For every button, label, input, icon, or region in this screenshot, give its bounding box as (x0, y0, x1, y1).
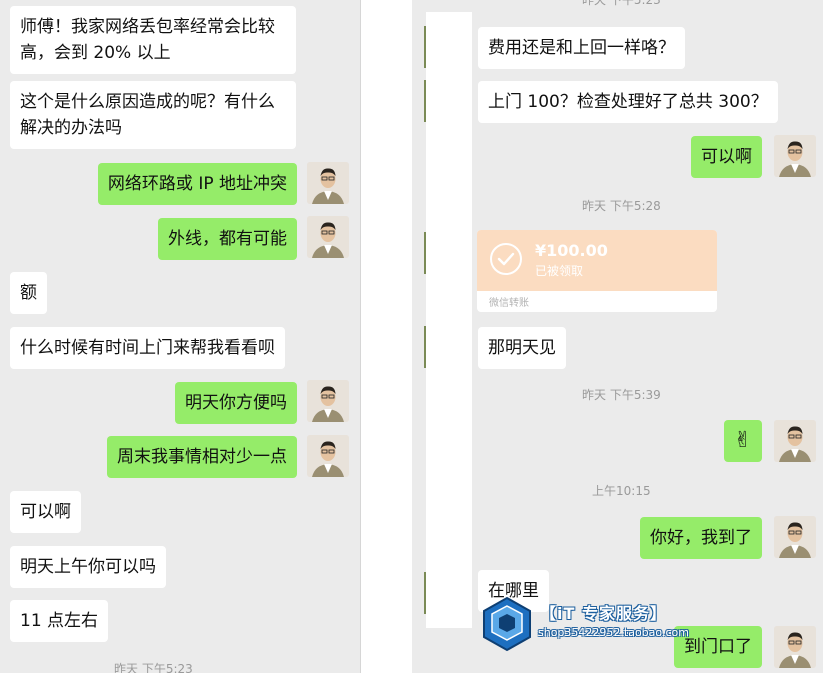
message-bubble-incoming[interactable]: 11 点左右 (10, 600, 109, 642)
message-bubble-incoming[interactable]: 这个是什么原因造成的呢？有什么解决的办法吗 (10, 81, 296, 149)
message-bubble-outgoing[interactable]: 明天你方便吗 (175, 382, 297, 424)
message-bubble-incoming[interactable]: 什么时候有时间上门来帮我看看呗 (10, 327, 285, 369)
user-avatar[interactable] (774, 626, 816, 668)
left-chat-panel: 师傅！我家网络丢包率经常会比较高，会到 20% 以上 这个是什么原因造成的呢？有… (0, 0, 360, 673)
message-bubble-incoming[interactable]: 可以啊 (10, 491, 81, 533)
transfer-amount: ¥100.00 (535, 241, 608, 260)
person-avatar-icon (774, 135, 816, 177)
person-avatar-icon (774, 420, 816, 462)
right-chat-panel: 昨天 下午5:23 费用还是和上回一样咯？ 上门 100？检查处理好了总共 30… (412, 0, 823, 673)
person-avatar-icon (307, 216, 349, 258)
user-avatar[interactable] (774, 516, 816, 558)
image-mask (426, 12, 472, 628)
message-bubble-outgoing[interactable]: ✌ (723, 420, 762, 462)
timestamp: 昨天 下午5:23 (114, 662, 193, 673)
person-avatar-icon (307, 162, 349, 204)
message-bubble-outgoing[interactable]: 网络环路或 IP 地址冲突 (97, 163, 297, 205)
message-bubble-incoming[interactable]: 上门 100？检查处理好了总共 300？ (478, 81, 778, 123)
person-avatar-icon (774, 626, 816, 668)
transfer-card[interactable]: ¥100.00 已被领取 微信转账 (477, 230, 717, 312)
person-avatar-icon (307, 435, 349, 477)
person-avatar-icon (307, 380, 349, 422)
message-bubble-incoming[interactable]: 额 (10, 272, 47, 314)
cube-logo-icon (483, 596, 531, 652)
user-avatar[interactable] (307, 162, 349, 204)
message-bubble-outgoing[interactable]: 你好，我到了 (640, 517, 762, 559)
user-avatar[interactable] (307, 216, 349, 258)
user-avatar[interactable] (774, 135, 816, 177)
user-avatar[interactable] (307, 380, 349, 422)
message-bubble-outgoing[interactable]: 外线，都有可能 (158, 218, 297, 260)
message-bubble-incoming[interactable]: 师傅！我家网络丢包率经常会比较高，会到 20% 以上 (10, 6, 296, 74)
timestamp: 昨天 下午5:39 (582, 388, 661, 402)
message-bubble-outgoing[interactable]: 周末我事情相对少一点 (107, 436, 297, 478)
message-bubble-incoming[interactable]: 费用还是和上回一样咯？ (478, 27, 685, 69)
transfer-footer: 微信转账 (489, 298, 529, 309)
timestamp: 上午10:15 (592, 484, 651, 498)
panel-divider (360, 0, 412, 673)
user-avatar[interactable] (307, 435, 349, 477)
timestamp: 昨天 下午5:23 (582, 0, 661, 7)
user-avatar[interactable] (774, 420, 816, 462)
transfer-status: 已被领取 (535, 264, 584, 278)
watermark: 【iT 专家服务】 shop35422952.taobao.com (478, 592, 708, 658)
check-circle-icon (490, 243, 522, 275)
watermark-url: shop35422952.taobao.com (538, 626, 689, 639)
timestamp: 昨天 下午5:28 (582, 199, 661, 213)
message-bubble-incoming[interactable]: 那明天见 (478, 327, 566, 369)
message-bubble-incoming[interactable]: 明天上午你可以吗 (10, 546, 166, 588)
message-bubble-outgoing[interactable]: 可以啊 (691, 136, 762, 178)
watermark-title: 【iT 专家服务】 (540, 604, 667, 623)
person-avatar-icon (774, 516, 816, 558)
